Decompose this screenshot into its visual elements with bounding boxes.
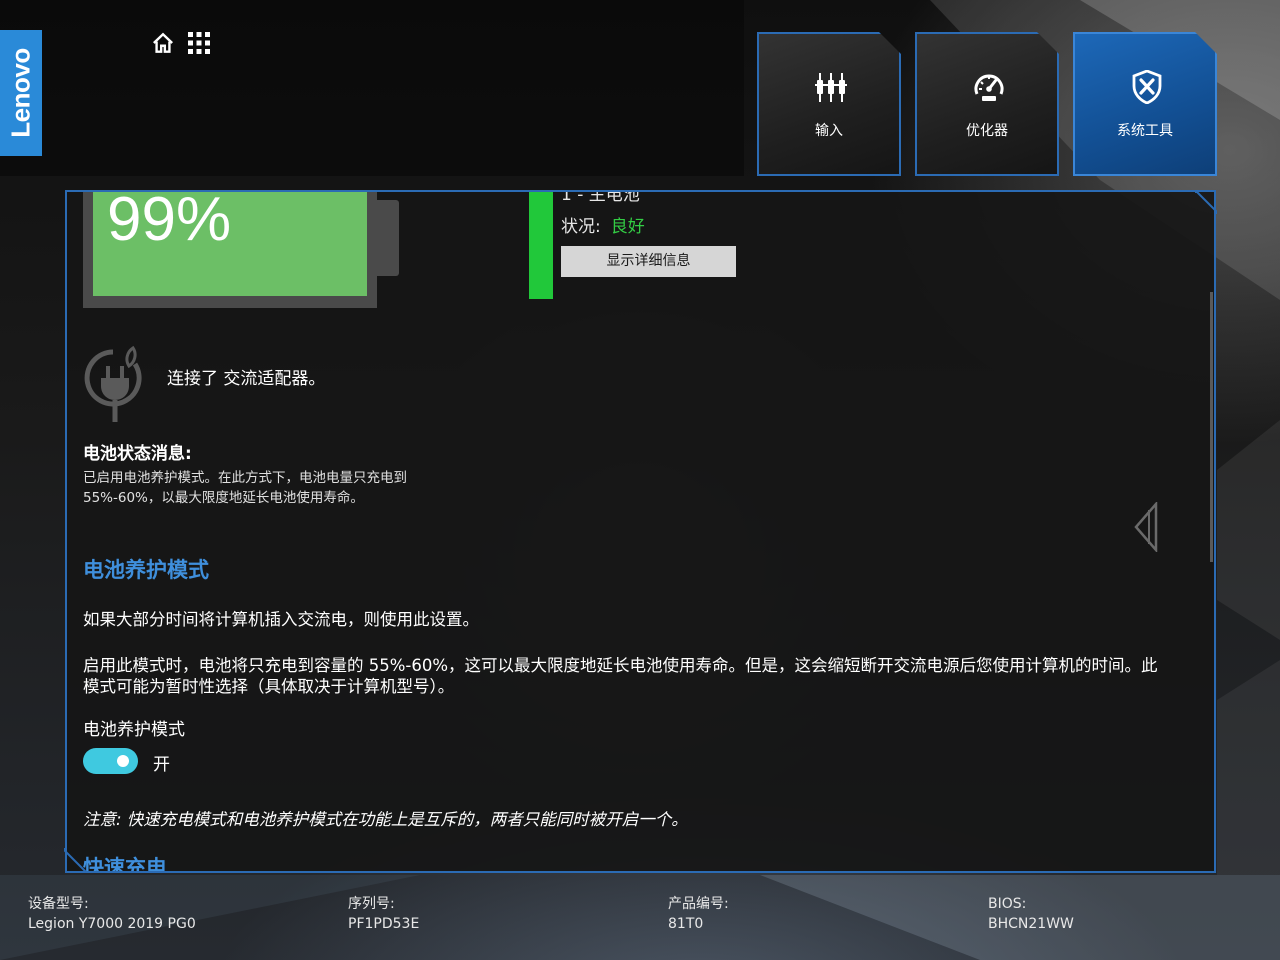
tab-input-label: 输入 [815, 123, 843, 139]
bios-label: BIOS: [988, 896, 1027, 912]
collapse-panel-arrow-icon[interactable] [1132, 502, 1158, 552]
battery-percent: 99% [107, 190, 232, 254]
speedometer-icon [974, 74, 1004, 101]
device-model-label: 设备型号: [28, 896, 89, 912]
footer-device-model: 设备型号: Legion Y7000 2019 PG0 [28, 895, 328, 934]
panel-corner-accent-bottom [64, 848, 89, 873]
battery-terminal [377, 200, 399, 276]
battery-status-row: 状况: 良好 [561, 212, 645, 237]
serial-label: 序列号: [348, 896, 395, 912]
conservation-mode-title: 电池养护模式 [83, 558, 209, 582]
mutual-exclusion-note: 注意: 快速充电模式和电池养护模式在功能上是互斥的，两者只能同时被开启一个。 [83, 810, 688, 829]
ac-adapter-leaf-icon [84, 345, 142, 422]
device-model-value: Legion Y7000 2019 PG0 [28, 916, 196, 932]
panel-corner-accent [1195, 191, 1217, 214]
battery-status-label: 状况: [561, 217, 601, 237]
battery-message-title: 电池状态消息: [83, 444, 192, 464]
serial-value: PF1PD53E [348, 916, 420, 932]
ac-adapter-status: 连接了 交流适配器。 [167, 369, 326, 389]
toggle-knob [117, 755, 129, 767]
rapid-charge-title: 快速充电 [83, 856, 167, 873]
scrollbar[interactable] [1210, 292, 1213, 562]
battery-name: 1 - 主电池 [561, 190, 640, 205]
footer-serial: 序列号: PF1PD53E [348, 895, 648, 934]
battery-status-value: 良好 [610, 217, 645, 237]
product-number-value: 81T0 [668, 916, 704, 932]
tab-system-tools[interactable]: 系统工具 [1073, 32, 1217, 176]
conservation-toggle-state: 开 [153, 755, 170, 775]
input-sliders-icon [815, 73, 847, 102]
tab-input[interactable]: 输入 [757, 32, 901, 176]
tab-optimizer[interactable]: 优化器 [915, 32, 1059, 176]
system-tools-icon [1132, 70, 1162, 104]
footer-bios: BIOS: BHCN21WW [988, 895, 1280, 934]
conservation-desc-2: 启用此模式时，电池将只充电到容量的 55%-60%，这可以最大限度地延长电池使用… [83, 656, 1158, 696]
apps-grid-icon[interactable] [187, 31, 211, 55]
footer-product-number: 产品编号: 81T0 [668, 895, 968, 934]
battery-gauge: 99% [83, 190, 399, 308]
battery-settings-panel: 99% 1 - 主电池 状况: 良好 显示详细信息 连接了 交流适配器。 电池状态… [65, 190, 1216, 873]
battery-message-body: 已启用电池养护模式。在此方式下，电池电量只充电到 55%-60%，以最大限度地延… [83, 470, 407, 506]
battery-health-bar [529, 192, 553, 299]
product-number-label: 产品编号: [668, 896, 729, 912]
conservation-toggle-label: 电池养护模式 [83, 720, 185, 740]
home-icon[interactable] [152, 32, 174, 54]
tab-system-tools-label: 系统工具 [1117, 123, 1173, 139]
conservation-desc-1: 如果大部分时间将计算机插入交流电，则使用此设置。 [83, 610, 479, 629]
lenovo-logo: Lenovo [0, 30, 42, 156]
top-bar [0, 0, 744, 176]
bios-value: BHCN21WW [988, 916, 1074, 932]
show-details-button[interactable]: 显示详细信息 [561, 246, 736, 277]
conservation-toggle[interactable] [83, 748, 138, 774]
tab-optimizer-label: 优化器 [966, 123, 1008, 139]
